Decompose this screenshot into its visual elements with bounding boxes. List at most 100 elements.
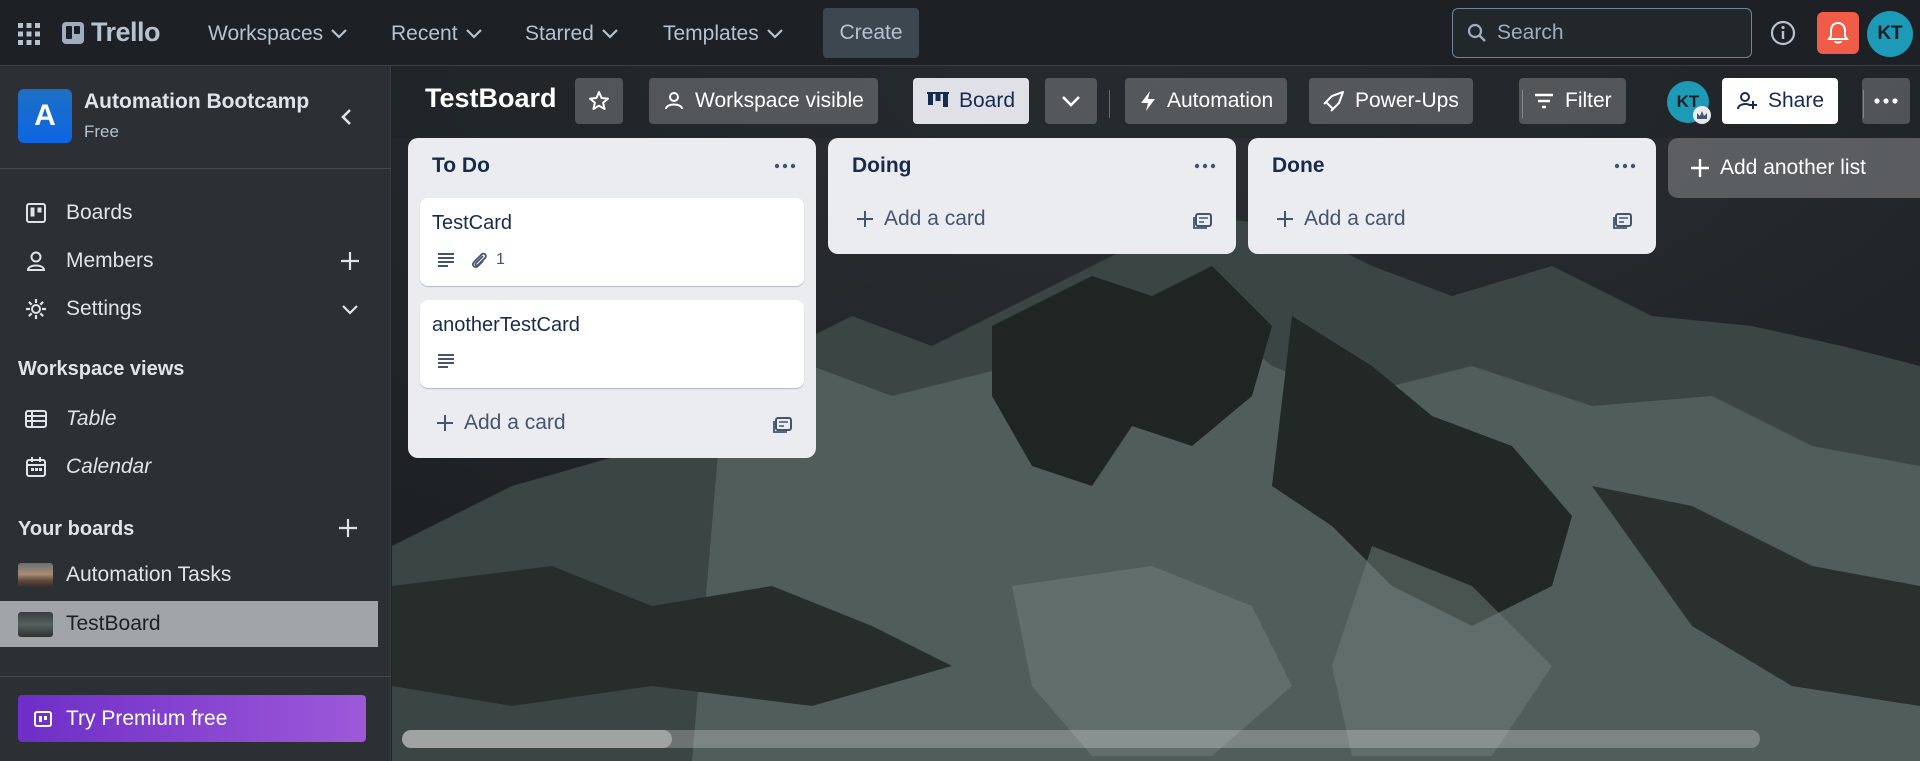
list-menu-icon[interactable] (1192, 156, 1218, 176)
try-premium-label: Try Premium free (66, 706, 228, 730)
search-input[interactable]: Search (1452, 8, 1752, 58)
add-card-button[interactable]: Add a card (436, 411, 566, 435)
filter-button[interactable]: Filter (1519, 78, 1626, 124)
add-member-icon[interactable] (338, 249, 362, 273)
plus-icon (437, 415, 453, 431)
try-premium-button[interactable]: Try Premium free (18, 695, 366, 742)
chevron-down-icon (1062, 96, 1080, 107)
star-board-button[interactable] (575, 78, 623, 124)
automation-label: Automation (1167, 89, 1274, 112)
board-icon (24, 201, 48, 225)
add-list-label: Add another list (1720, 156, 1866, 179)
info-icon[interactable] (1768, 18, 1798, 48)
board-view-icon (927, 92, 949, 107)
board-thumbnail (18, 563, 53, 588)
power-ups-label: Power-Ups (1355, 89, 1459, 112)
card[interactable]: TestCard 1 (420, 198, 804, 286)
board-menu-button[interactable] (1862, 78, 1910, 124)
add-board-icon[interactable] (336, 516, 360, 540)
sidebar-item-label: Calendar (66, 455, 152, 478)
top-navigation-bar: Trello Workspaces Recent Starred Templat… (0, 0, 1920, 66)
rocket-icon (1323, 91, 1344, 112)
premium-icon (34, 710, 52, 727)
list-menu-icon[interactable] (1612, 156, 1638, 176)
workspace-plan: Free (84, 122, 119, 141)
card-template-icon[interactable] (1192, 209, 1214, 231)
card-template-icon[interactable] (1612, 209, 1634, 231)
card-title: anotherTestCard (432, 314, 580, 336)
your-boards-heading: Your boards (18, 518, 135, 540)
sidebar-board-testboard[interactable]: TestBoard (0, 601, 378, 647)
sidebar-item-calendar[interactable]: Calendar (0, 444, 378, 490)
create-button[interactable]: Create (823, 8, 919, 58)
sidebar-item-boards[interactable]: Boards (0, 190, 378, 236)
chevron-down-icon[interactable] (338, 297, 362, 321)
card-badges (436, 352, 456, 370)
nav-recent[interactable]: Recent (383, 17, 490, 51)
list-menu-icon[interactable] (772, 156, 798, 176)
add-card-button[interactable]: Add a card (1276, 207, 1406, 231)
sidebar-board-label: Automation Tasks (66, 563, 232, 586)
board-thumbnail (18, 612, 53, 637)
notifications-button[interactable] (1817, 12, 1859, 54)
nav-templates[interactable]: Templates (655, 17, 791, 51)
collapse-sidebar-icon[interactable] (334, 104, 360, 130)
sidebar-item-members[interactable]: Members (0, 238, 378, 284)
card-title: TestCard (432, 212, 513, 234)
filter-label: Filter (1565, 89, 1612, 112)
plus-icon (1691, 159, 1709, 177)
app-switcher-icon[interactable] (17, 22, 41, 46)
add-person-icon (1737, 92, 1757, 110)
workspace-sidebar: A Automation Bootcamp Free Boards Member… (0, 66, 391, 761)
share-button[interactable]: Share (1722, 78, 1839, 124)
sidebar-item-label: Boards (66, 201, 133, 224)
bell-icon (1827, 21, 1849, 44)
chevron-down-icon (602, 29, 618, 39)
automation-button[interactable]: Automation (1125, 78, 1288, 124)
attachment-badge: 1 (470, 250, 505, 270)
sidebar-item-label: Members (66, 249, 154, 272)
table-icon (24, 407, 48, 431)
search-placeholder: Search (1497, 21, 1564, 44)
board-view-button[interactable]: Board (913, 78, 1030, 124)
views-dropdown-button[interactable] (1045, 78, 1097, 124)
card[interactable]: anotherTestCard (420, 300, 804, 388)
nav-workspaces[interactable]: Workspaces (200, 17, 355, 51)
horizontal-scrollbar[interactable] (402, 730, 1760, 748)
add-card-button[interactable]: Add a card (856, 207, 986, 231)
chevron-down-icon (465, 29, 482, 39)
chevron-down-icon (331, 29, 347, 39)
sidebar-divider (0, 676, 391, 677)
workspace-name[interactable]: Automation Bootcamp (84, 90, 309, 114)
sidebar-item-table[interactable]: Table (0, 396, 378, 442)
scrollbar-thumb[interactable] (402, 730, 672, 748)
list-title[interactable]: Done (1272, 154, 1325, 178)
board-title[interactable]: TestBoard (425, 83, 557, 114)
attachment-count: 1 (496, 251, 505, 268)
board-canvas: TestBoard Workspace visible Board Automa… (392, 66, 1920, 761)
header-divider (1109, 90, 1110, 118)
nav-templates-label: Templates (663, 22, 759, 45)
description-icon (438, 253, 454, 267)
star-icon (589, 91, 609, 110)
visibility-button[interactable]: Workspace visible (649, 78, 878, 124)
power-ups-button[interactable]: Power-Ups (1309, 78, 1473, 124)
trello-logo-icon (62, 21, 84, 44)
sidebar-item-settings[interactable]: Settings (0, 286, 378, 332)
trello-logo[interactable]: Trello (62, 17, 161, 48)
nav-starred[interactable]: Starred (517, 17, 626, 51)
sidebar-item-label: Settings (66, 297, 142, 320)
plus-icon (1277, 211, 1293, 227)
list-title[interactable]: Doing (852, 154, 911, 178)
gear-icon (24, 297, 48, 321)
nav-starred-label: Starred (525, 22, 594, 45)
add-list-button[interactable]: Add another list (1668, 138, 1920, 198)
list-title[interactable]: To Do (432, 154, 490, 178)
sidebar-board-automation-tasks[interactable]: Automation Tasks (0, 552, 378, 598)
account-avatar[interactable]: KT (1867, 11, 1913, 57)
card-template-icon[interactable] (772, 413, 794, 435)
workspace-views-heading: Workspace views (18, 358, 185, 380)
nav-workspaces-label: Workspaces (208, 22, 324, 45)
board-view-label: Board (959, 89, 1016, 112)
sidebar-item-label: Table (66, 407, 117, 430)
